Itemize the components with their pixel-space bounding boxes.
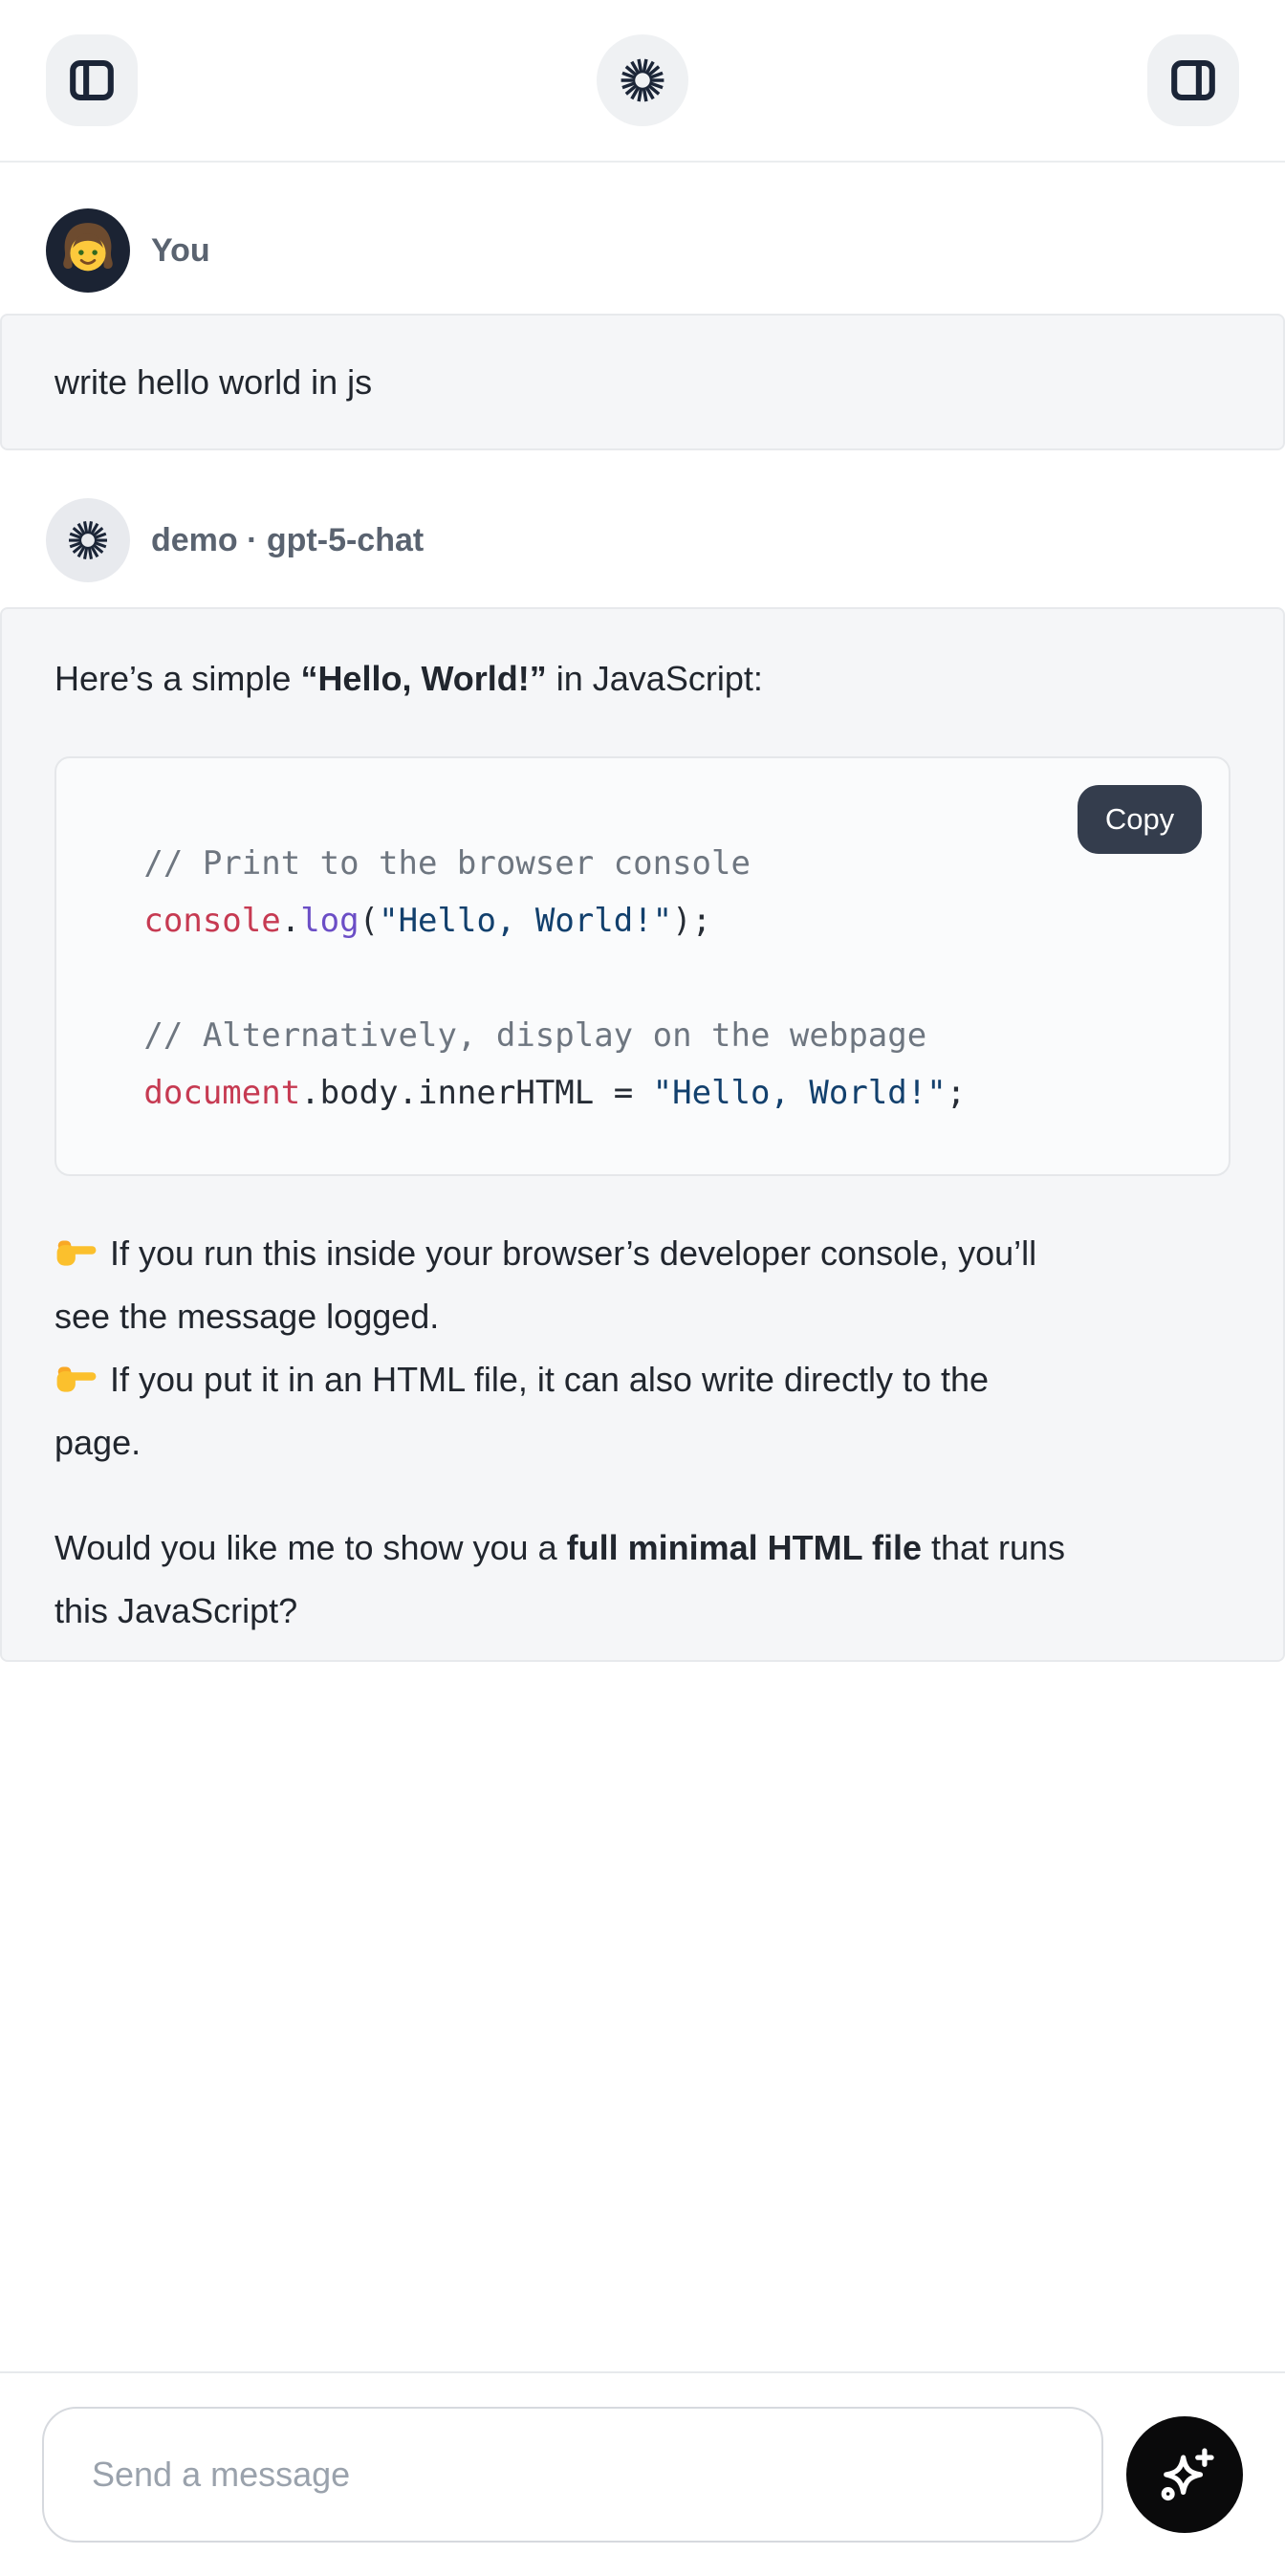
user-message-bubble: write hello world in js bbox=[0, 314, 1285, 450]
top-bar bbox=[0, 0, 1285, 163]
user-message: You write hello world in js bbox=[0, 208, 1285, 450]
pointing-right-emoji bbox=[54, 1236, 98, 1269]
panel-left-icon bbox=[66, 55, 118, 106]
assistant-avatar bbox=[46, 498, 130, 582]
sparkles-icon bbox=[1153, 2443, 1216, 2506]
assistant-paragraph: If you run this inside your browser’s de… bbox=[54, 1222, 1231, 1474]
send-button[interactable] bbox=[1126, 2416, 1243, 2533]
assistant-paragraphs: If you run this inside your browser’s de… bbox=[54, 1222, 1231, 1643]
sidebar-toggle-button[interactable] bbox=[46, 34, 138, 126]
pointing-right-emoji bbox=[54, 1363, 98, 1395]
person-emoji bbox=[46, 208, 130, 293]
user-role-row: You bbox=[0, 208, 1285, 293]
user-role-label: You bbox=[151, 232, 210, 270]
panel-right-icon bbox=[1167, 55, 1219, 106]
assistant-paragraph: Would you like me to show you a full min… bbox=[54, 1517, 1231, 1643]
assistant-intro-text: Here’s a simple “Hello, World!” in JavaS… bbox=[54, 647, 1231, 710]
assistant-message: demo · gpt-5-chat Here’s a simple “Hello… bbox=[0, 498, 1285, 1662]
starburst-icon bbox=[64, 516, 112, 564]
code-block: Copy // Print to the browser console con… bbox=[54, 756, 1231, 1176]
assistant-role-row: demo · gpt-5-chat bbox=[0, 498, 1285, 582]
copy-button[interactable]: Copy bbox=[1078, 785, 1202, 854]
starburst-logo-icon bbox=[616, 54, 669, 107]
right-panel-toggle-button[interactable] bbox=[1147, 34, 1239, 126]
user-message-text: write hello world in js bbox=[54, 361, 372, 403]
assistant-role-label: demo · gpt-5-chat bbox=[151, 522, 424, 559]
message-input[interactable] bbox=[42, 2407, 1103, 2543]
chat-scroll-area[interactable]: You write hello world in js demo · gpt-5… bbox=[0, 208, 1285, 1662]
assistant-message-bubble: Here’s a simple “Hello, World!” in JavaS… bbox=[0, 607, 1285, 1662]
user-avatar bbox=[46, 208, 130, 293]
pointing-right-emoji bbox=[54, 1233, 100, 1273]
chat-app: You write hello world in js demo · gpt-5… bbox=[0, 0, 1285, 1662]
code-content: // Print to the browser console console.… bbox=[85, 835, 1200, 1122]
composer-bar bbox=[0, 2371, 1285, 2576]
pointing-right-emoji bbox=[54, 1360, 100, 1399]
app-logo[interactable] bbox=[597, 34, 688, 126]
